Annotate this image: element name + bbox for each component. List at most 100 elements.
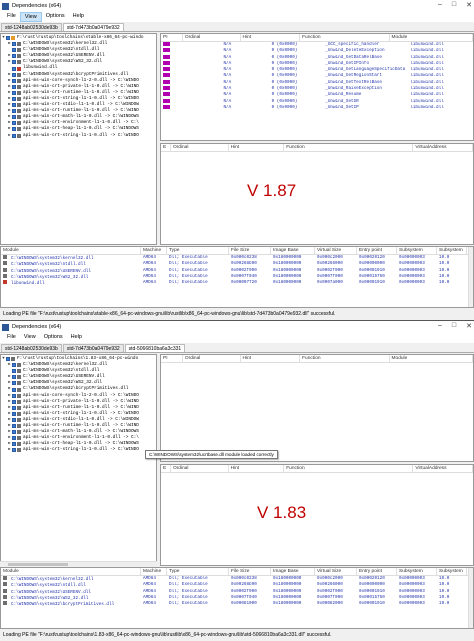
modules-scrollbar[interactable] — [468, 568, 473, 628]
column-header[interactable]: Subsystem — [437, 568, 467, 575]
column-header[interactable]: Subsystem — [397, 247, 437, 254]
minimize-button[interactable]: – — [438, 1, 442, 9]
module-tree[interactable]: ▼ F:\rust\rustup\toolchains\stable-x86_64… — [0, 33, 157, 245]
close-button[interactable]: ✕ — [466, 1, 472, 9]
tree-node[interactable]: ▶ api-ms-win-crt-string-l1-1-0.dll -> C:\… — [1, 447, 156, 453]
modules-grid[interactable]: Module Machine Type File Size Image Base Virt… — [0, 246, 474, 308]
checkbox[interactable] — [12, 417, 16, 422]
checkbox[interactable] — [12, 103, 16, 108]
checkbox[interactable] — [12, 375, 16, 380]
tab-document[interactable]: std-7d473b0a0479e932 — [62, 344, 124, 352]
column-header[interactable]: Virtual Size — [315, 247, 357, 254]
menu-file[interactable]: File — [3, 12, 20, 22]
checkbox[interactable] — [12, 54, 16, 59]
menu-options[interactable]: Options — [42, 12, 69, 22]
checkbox[interactable] — [12, 96, 16, 101]
column-header[interactable]: Ordinal — [183, 355, 241, 362]
checkbox[interactable] — [12, 109, 16, 114]
column-header[interactable]: Hint — [241, 34, 301, 41]
maximize-button[interactable]: □ — [452, 322, 456, 330]
checkbox[interactable] — [12, 66, 16, 71]
column-header[interactable]: Ordinal — [171, 144, 229, 151]
tree-scrollbar[interactable] — [0, 561, 157, 566]
tab-document[interactable]: std-1248ab02530de93b — [1, 23, 62, 31]
column-header[interactable]: Type — [167, 247, 229, 254]
table-row[interactable]: N/A 0 (0x0000) _Unwind_SetIP libunwind.dll — [161, 104, 473, 111]
column-header[interactable]: Entry point — [357, 568, 397, 575]
column-header[interactable]: Function — [284, 144, 414, 151]
checkbox[interactable] — [12, 121, 16, 126]
column-header[interactable]: PI — [161, 34, 183, 41]
column-header[interactable]: Hint — [229, 465, 285, 472]
column-header[interactable]: PI — [161, 355, 183, 362]
tab-document[interactable]: std-7d473b0a0479e932 — [62, 23, 124, 31]
checkbox[interactable] — [12, 405, 16, 410]
menu-view[interactable]: View — [20, 333, 40, 343]
exports-grid[interactable]: E Ordinal Hint Function VirtualAddress V 1.8… — [160, 143, 474, 245]
column-header[interactable]: File Size — [229, 568, 271, 575]
checkbox[interactable] — [12, 78, 16, 83]
checkbox[interactable] — [12, 84, 16, 89]
maximize-button[interactable]: □ — [452, 1, 456, 9]
checkbox[interactable] — [12, 60, 16, 65]
checkbox[interactable] — [12, 369, 16, 374]
column-header[interactable]: Entry point — [357, 247, 397, 254]
menu-file[interactable]: File — [3, 333, 20, 343]
checkbox[interactable] — [6, 357, 10, 362]
menu-help[interactable]: Help — [69, 12, 88, 22]
checkbox[interactable] — [12, 115, 16, 120]
menu-options[interactable]: Options — [40, 333, 67, 343]
column-header[interactable]: Subsystem — [437, 247, 467, 254]
table-row[interactable]: C:\WINDOWS\system32\bcryptPrimitives.dll… — [1, 601, 473, 607]
column-header[interactable]: File Size — [229, 247, 271, 254]
imports-grid[interactable]: PI Ordinal Hint Function Module — [160, 354, 474, 462]
column-header[interactable]: Virtual Size — [315, 568, 357, 575]
checkbox[interactable] — [12, 448, 16, 453]
checkbox[interactable] — [12, 381, 16, 386]
column-header[interactable]: Module — [390, 34, 473, 41]
checkbox[interactable] — [12, 90, 16, 95]
column-header[interactable]: Subsystem — [397, 568, 437, 575]
column-header[interactable]: Module — [1, 568, 141, 575]
column-header[interactable]: Hint — [241, 355, 301, 362]
column-header[interactable]: Machine — [141, 247, 167, 254]
checkbox[interactable] — [12, 48, 16, 53]
imports-grid[interactable]: PI Ordinal Hint Function Module N/A 0 (0x0000… — [160, 33, 474, 141]
checkbox[interactable] — [12, 430, 16, 435]
checkbox[interactable] — [12, 72, 16, 77]
checkbox[interactable] — [12, 133, 16, 138]
column-header[interactable]: Type — [167, 568, 229, 575]
modules-scrollbar[interactable] — [468, 247, 473, 307]
checkbox[interactable] — [12, 442, 16, 447]
checkbox[interactable] — [12, 393, 16, 398]
column-header[interactable]: Function — [300, 355, 390, 362]
column-header[interactable]: Ordinal — [183, 34, 241, 41]
column-header[interactable]: Module — [1, 247, 141, 254]
modules-grid[interactable]: Module Machine Type File Size Image Base Virt… — [0, 567, 474, 629]
column-header[interactable]: E — [161, 465, 171, 472]
tab-document[interactable]: std-5066810ba6a3c331 — [124, 344, 186, 352]
checkbox[interactable] — [12, 42, 16, 47]
menu-view[interactable]: View — [19, 12, 42, 22]
column-header[interactable]: Image Base — [271, 247, 315, 254]
column-header[interactable]: Function — [300, 34, 390, 41]
column-header[interactable]: Hint — [229, 144, 285, 151]
minimize-button[interactable]: – — [438, 322, 442, 330]
exports-grid[interactable]: E Ordinal Hint Function VirtualAddress V 1.8… — [160, 464, 474, 566]
table-row[interactable]: libunwind.dll AMD64 Dll; Executable 0x00007… — [1, 280, 473, 286]
column-header[interactable]: Ordinal — [171, 465, 229, 472]
column-header[interactable]: Module — [390, 355, 473, 362]
checkbox[interactable] — [6, 36, 10, 41]
column-header[interactable]: Function — [284, 465, 414, 472]
checkbox[interactable] — [12, 436, 16, 441]
checkbox[interactable] — [12, 411, 16, 416]
column-header[interactable]: E — [161, 144, 171, 151]
module-tree[interactable]: ▼ F:\rust\rustup\toolchains\1.83-x86_64-p… — [0, 354, 157, 566]
column-header[interactable]: VirtualAddress — [413, 144, 473, 151]
checkbox[interactable] — [12, 387, 16, 392]
column-header[interactable]: Machine — [141, 568, 167, 575]
tab-document[interactable]: std-1248ab02530de93b — [1, 344, 62, 352]
close-button[interactable]: ✕ — [466, 322, 472, 330]
column-header[interactable]: VirtualAddress — [413, 465, 473, 472]
menu-help[interactable]: Help — [67, 333, 86, 343]
